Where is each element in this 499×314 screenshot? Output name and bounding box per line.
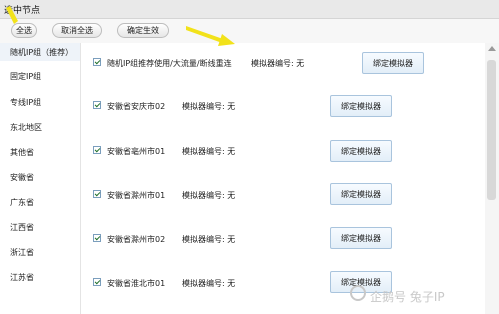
annotation-arrows (6, 6, 235, 46)
annotation-arrow-icon (218, 34, 235, 46)
annotation-arrow-icon (186, 26, 225, 44)
watermark-logo-icon (350, 285, 366, 301)
annotation-arrow-icon (6, 6, 18, 24)
watermark: 企鹅号 兔子IP (370, 290, 445, 304)
